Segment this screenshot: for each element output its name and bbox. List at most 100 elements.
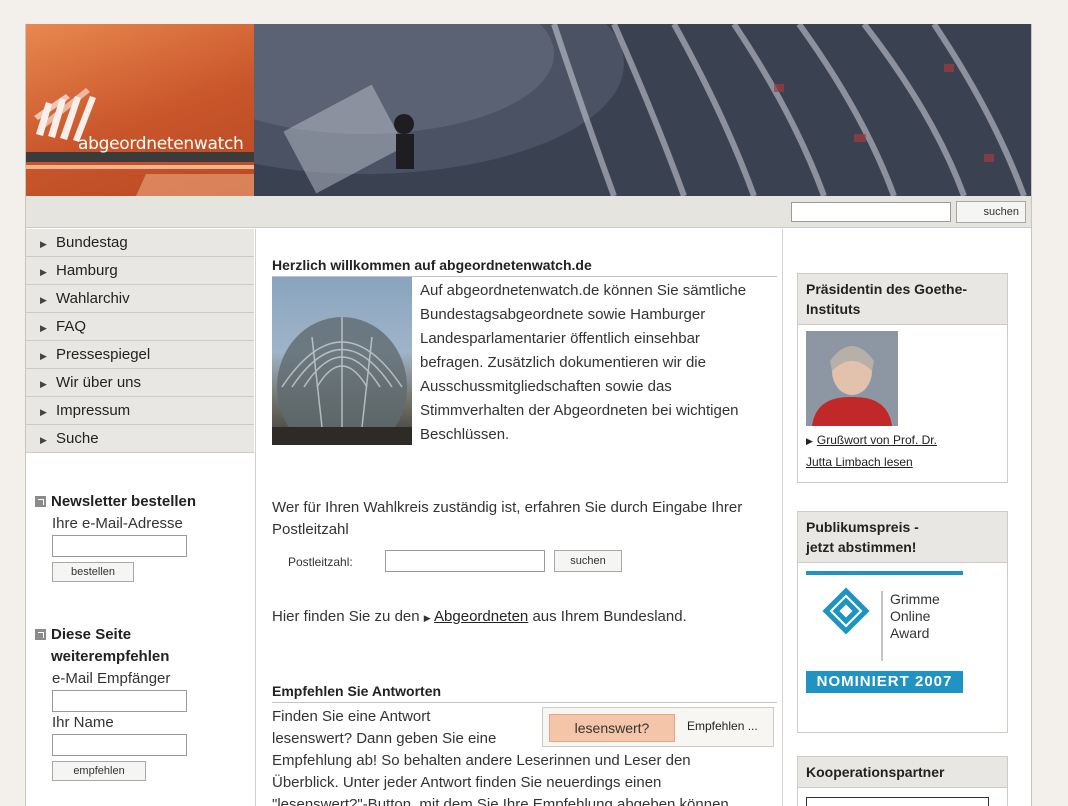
right-column-divider xyxy=(782,229,783,806)
logo-graphic xyxy=(26,88,254,196)
triangle-right-icon: ▶ xyxy=(40,239,47,249)
abgeordnete-text: Hier finden Sie zu den ▶ Abgeordneten au… xyxy=(272,606,777,629)
wahlkreis-line2: Postleitzahl xyxy=(272,521,349,538)
recommend-page-heading: Diese Seite xyxy=(26,624,254,646)
intro-line: Stimmverhalten der Abgeordneten bei wich… xyxy=(420,402,739,419)
abgeordnete-prefix: Hier finden Sie zu den xyxy=(272,608,420,625)
reichstag-dome-image xyxy=(272,277,412,445)
nav-item-suche[interactable]: ▶ Suche xyxy=(26,425,254,453)
nav-item-label: Bundestag xyxy=(56,234,128,251)
nav-item-label: Pressespiegel xyxy=(56,346,151,363)
left-navigation: ▶ Bundestag ▶ Hamburg ▶ Wahlarchiv ▶ FAQ ▶ Pr… xyxy=(26,229,254,453)
grusswort-link-cont[interactable]: Jutta Limbach lesen xyxy=(798,452,1007,473)
answers-line: Empfehlung ab! So behalten andere Leseri… xyxy=(272,752,691,769)
abgeordnete-suffix: aus Ihrem Bundesland. xyxy=(532,608,687,625)
publikum-heading-line1: Publikumspreis - xyxy=(806,519,919,535)
nav-item-wahlarchiv[interactable]: ▶ Wahlarchiv xyxy=(26,285,254,313)
answers-text-bottom: Empfehlung ab! So behalten andere Leseri… xyxy=(272,750,777,806)
intro-line: Bundestagsabgeordnete sowie Hamburger xyxy=(420,306,706,323)
recommend-heading-line1: Diese Seite xyxy=(51,626,132,643)
partner-logo[interactable] xyxy=(806,797,989,806)
nav-item-label: Wahlarchiv xyxy=(56,290,130,307)
grusswort-link-line2[interactable]: Jutta Limbach lesen xyxy=(806,455,913,469)
grimme-award-badge[interactable]: Grimme Online Award NOMINIERT 2007 xyxy=(806,571,963,693)
nav-item-impressum[interactable]: ▶ Impressum xyxy=(26,397,254,425)
nav-item-faq[interactable]: ▶ FAQ xyxy=(26,313,254,341)
site-header: abgeordnetenwatch de xyxy=(26,24,1031,196)
page-frame: abgeordnetenwatch de xyxy=(25,24,1032,806)
reichstag-dome-graphic xyxy=(272,317,412,445)
logo[interactable]: abgeordnetenwatch xyxy=(26,24,254,196)
goethe-box: Präsidentin des Goethe- Instituts ▶ Grußw… xyxy=(797,273,1008,483)
limbach-portrait-image[interactable] xyxy=(806,331,898,426)
publikum-heading-line2: jetzt abstimmen! xyxy=(806,539,917,555)
publikumspreis-heading: Publikumspreis - jetzt abstimmen! xyxy=(798,512,1007,563)
newsletter-heading: Newsletter bestellen xyxy=(26,491,254,513)
postleitzahl-label: Postleitzahl: xyxy=(288,555,353,569)
triangle-right-icon: ▶ xyxy=(40,379,47,389)
nav-item-hamburg[interactable]: ▶ Hamburg xyxy=(26,257,254,285)
welcome-heading: Herzlich willkommen auf abgeordnetenwatc… xyxy=(272,257,777,277)
nav-item-wir-ueber-uns[interactable]: ▶ Wir über uns xyxy=(26,369,254,397)
publikumspreis-box: Publikumspreis - jetzt abstimmen! Grimme… xyxy=(797,511,1008,733)
triangle-right-icon: ▶ xyxy=(40,323,47,333)
grusswort-link[interactable]: ▶ Grußwort von Prof. Dr. xyxy=(798,430,1007,452)
arrow-box-icon xyxy=(35,496,46,507)
triangle-right-icon: ▶ xyxy=(40,351,47,361)
top-search-input[interactable] xyxy=(791,202,951,222)
nav-item-pressespiegel[interactable]: ▶ Pressespiegel xyxy=(26,341,254,369)
triangle-right-icon: ▶ xyxy=(40,295,47,305)
answers-text-top: Finden Sie eine Antwort lesenswert? Dann… xyxy=(272,706,542,750)
portrait-graphic xyxy=(806,331,898,426)
lesenswert-button[interactable]: lesenswert? xyxy=(549,714,675,742)
sender-name-input[interactable] xyxy=(52,734,187,756)
nav-item-label: Impressum xyxy=(56,402,131,419)
intro-line: Landesparlamentarier öffentlich einsehba… xyxy=(420,330,700,347)
top-search-bar: suchen xyxy=(26,196,1031,228)
award-line: Grimme xyxy=(890,591,940,607)
top-search-button[interactable]: suchen xyxy=(956,201,1026,223)
plenary-hall-image xyxy=(254,24,1031,196)
triangle-right-icon: ▶ xyxy=(806,436,813,446)
abgeordnete-link[interactable]: Abgeordneten xyxy=(434,608,528,625)
empfehlen-link[interactable]: Empfehlen ... xyxy=(687,719,758,733)
kooperation-heading: Kooperationspartner xyxy=(798,757,1007,788)
answers-line: lesenswert? Dann geben Sie eine xyxy=(272,730,497,747)
logo-text: abgeordnetenwatch xyxy=(78,134,244,154)
wahlkreis-line1: Wer für Ihren Wahlkreis zuständig ist, e… xyxy=(272,499,743,516)
newsletter-email-input[interactable] xyxy=(52,535,187,557)
newsletter-subscribe-button[interactable]: bestellen xyxy=(52,562,134,582)
bundestag-header-photo xyxy=(254,24,1031,196)
intro-line: Ausschussmitgliedschaften sowie das xyxy=(420,378,672,395)
goethe-heading-line2: Instituts xyxy=(806,301,861,317)
lesenswert-example-box: lesenswert? Empfehlen ... xyxy=(542,707,774,747)
postleitzahl-search-button[interactable]: suchen xyxy=(554,550,622,572)
answers-heading: Empfehlen Sie Antworten xyxy=(272,683,777,703)
recommend-page-button[interactable]: empfehlen xyxy=(52,761,146,781)
triangle-right-icon: ▶ xyxy=(40,435,47,445)
recipient-email-input[interactable] xyxy=(52,690,187,712)
postleitzahl-input[interactable] xyxy=(385,550,545,572)
sender-name-label: Ihr Name xyxy=(52,714,114,731)
newsletter-block: Newsletter bestellen Ihre e-Mail-Adresse… xyxy=(26,491,254,582)
newsletter-email-label: Ihre e-Mail-Adresse xyxy=(52,515,183,532)
kooperation-box: Kooperationspartner xyxy=(797,756,1008,806)
triangle-right-icon: ▶ xyxy=(40,407,47,417)
intro-line: befragen. Zusätzlich dokumentieren wir d… xyxy=(420,354,706,371)
recommend-heading-line2: weiterempfehlen xyxy=(51,648,170,665)
award-line: Online xyxy=(890,608,931,624)
award-line: Award xyxy=(890,625,930,641)
goethe-heading-line1: Präsidentin des Goethe- xyxy=(806,281,968,297)
goethe-heading: Präsidentin des Goethe- Instituts xyxy=(798,274,1007,325)
answers-line: "lesenswert?"-Button, mit dem Sie Ihre E… xyxy=(272,796,733,806)
intro-text: Auf abgeordnetenwatch.de können Sie sämt… xyxy=(420,279,775,447)
intro-line: Auf abgeordnetenwatch.de können Sie sämt… xyxy=(420,282,747,299)
nav-item-label: FAQ xyxy=(56,318,87,335)
grusswort-link-line1[interactable]: Grußwort von Prof. Dr. xyxy=(817,433,937,447)
arrow-box-icon xyxy=(35,629,46,640)
award-banner: NOMINIERT 2007 xyxy=(816,673,953,690)
award-text: Grimme Online Award xyxy=(890,591,940,642)
nav-item-bundestag[interactable]: ▶ Bundestag xyxy=(26,229,254,257)
wahlkreis-text: Wer für Ihren Wahlkreis zuständig ist, e… xyxy=(272,497,777,541)
triangle-right-icon: ▶ xyxy=(423,613,431,623)
